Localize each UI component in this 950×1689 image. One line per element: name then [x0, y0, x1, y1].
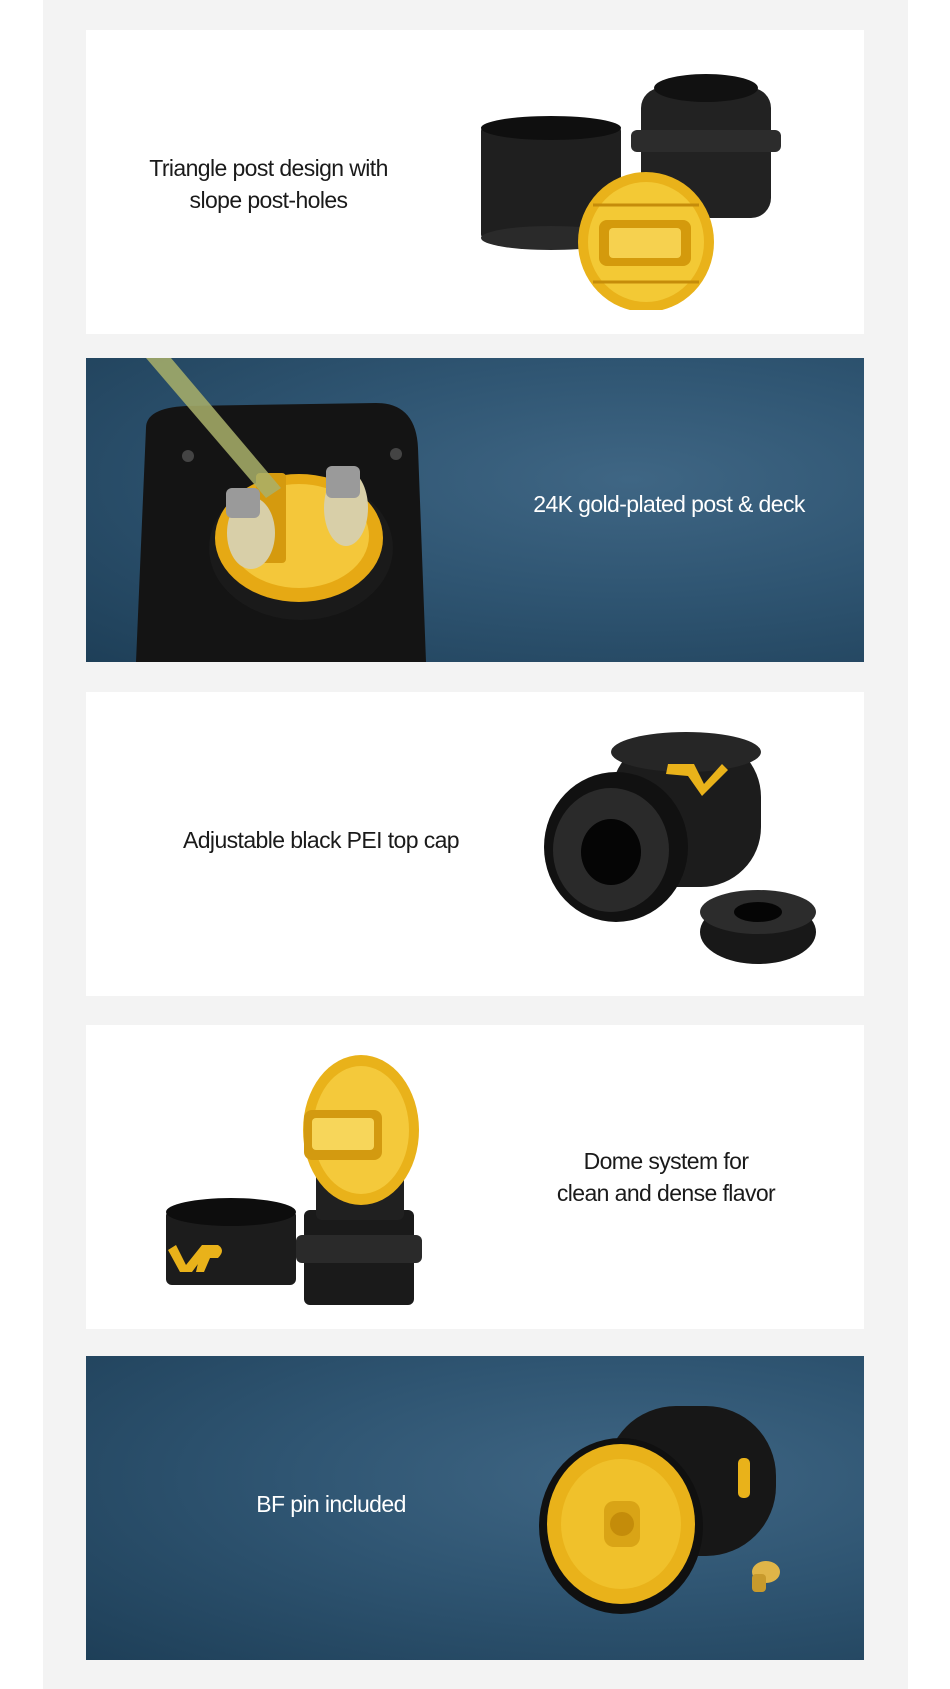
feature-caption: Adjustable black PEI top cap [171, 824, 471, 856]
top-cap-image [544, 732, 816, 964]
rda-on-mod-image [136, 358, 426, 662]
feature-caption: Triangle post design with slope post-hol… [126, 152, 411, 216]
caption-line: slope post-holes [189, 187, 349, 213]
feature-panel-triangle-post: Triangle post design with slope post-hol… [86, 30, 864, 334]
feature-panel-dome-system: Dome system for clean and dense flavor [86, 1025, 864, 1329]
caption-line: Triangle post design with [149, 155, 388, 181]
feature-panel-bf-pin: BF pin included [86, 1356, 864, 1660]
feature-panel-gold-plated: 24K gold-plated post & deck [86, 358, 864, 662]
caption-line: Dome system for [583, 1148, 749, 1174]
caption-line: BF pin included [256, 1491, 406, 1517]
rda-parts-image [481, 74, 781, 310]
dome-system-image [166, 1055, 422, 1305]
caption-line: Adjustable black PEI top cap [183, 827, 460, 853]
feature-caption: BF pin included [231, 1488, 431, 1520]
feature-caption: 24K gold-plated post & deck [504, 488, 834, 520]
bf-pin-image [539, 1406, 780, 1614]
caption-line: 24K gold-plated post & deck [533, 491, 805, 517]
caption-line: clean and dense flavor [556, 1180, 776, 1206]
feature-panel-top-cap: Adjustable black PEI top cap [86, 692, 864, 996]
feature-caption: Dome system for clean and dense flavor [526, 1145, 806, 1209]
